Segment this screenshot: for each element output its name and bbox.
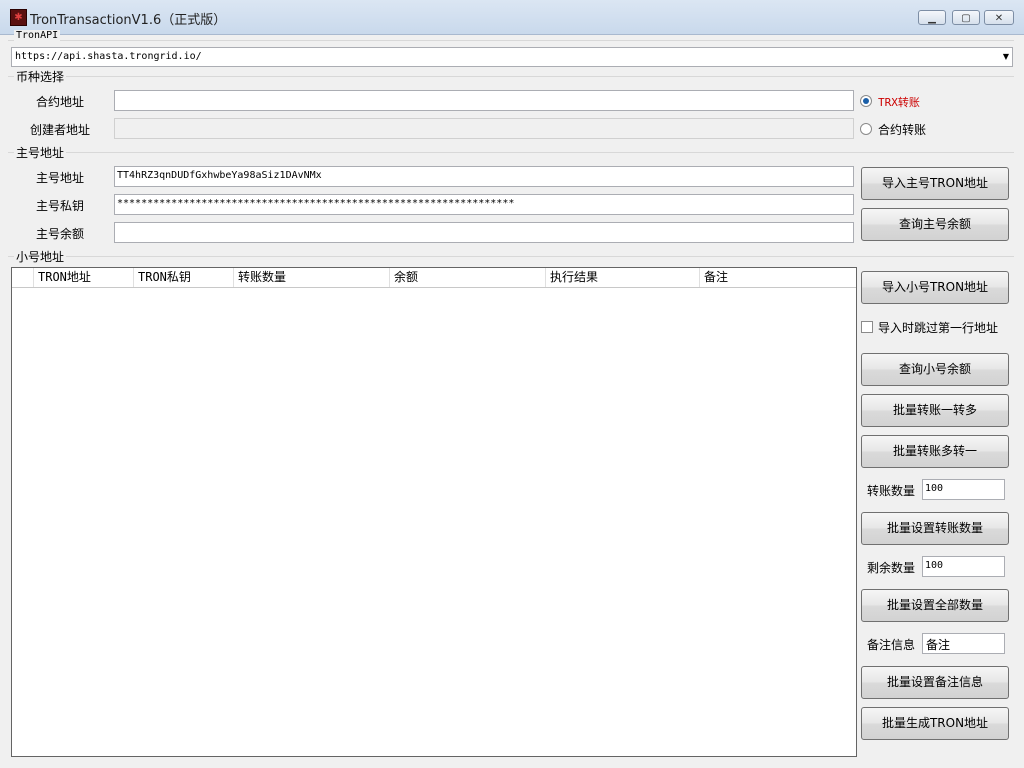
query-main-balance-button[interactable]: 查询主号余额: [861, 208, 1009, 241]
set-amount-button[interactable]: 批量设置转账数量: [861, 512, 1009, 545]
column-header-amount[interactable]: 转账数量: [234, 268, 390, 287]
note-value: 备注: [926, 638, 951, 652]
main-key-value: ****************************************…: [117, 198, 515, 209]
window-title: TronTransactionV1.6（正式版）: [30, 13, 227, 28]
skip-first-row-checkbox[interactable]: [861, 321, 873, 333]
row-selector-header[interactable]: [12, 268, 34, 287]
close-button[interactable]: ✕: [984, 10, 1014, 25]
trx-transfer-radio[interactable]: [860, 95, 872, 107]
query-sub-balance-button[interactable]: 查询小号余额: [861, 353, 1009, 386]
remain-value: 100: [925, 560, 944, 571]
tronapi-group-line: [8, 40, 1014, 41]
contract-address-label: 合约地址: [36, 95, 85, 109]
set-note-button[interactable]: 批量设置备注信息: [861, 666, 1009, 699]
close-icon: ✕: [994, 13, 1004, 24]
column-header-tron-address[interactable]: TRON地址: [34, 268, 134, 287]
app-icon: ✱: [10, 9, 27, 26]
contract-address-input[interactable]: [114, 90, 854, 111]
table-header: TRON地址 TRON私钥 转账数量 余额 执行结果 备注: [12, 268, 856, 288]
creator-address-input: [114, 118, 854, 139]
amount-input[interactable]: 100: [922, 479, 1005, 500]
sub-accounts-table[interactable]: TRON地址 TRON私钥 转账数量 余额 执行结果 备注: [11, 267, 857, 757]
column-header-tron-key[interactable]: TRON私钥: [134, 268, 234, 287]
main-balance-label: 主号余额: [36, 227, 85, 241]
contract-transfer-radio[interactable]: [860, 123, 872, 135]
main-group-label: 主号地址: [14, 144, 67, 161]
generate-tron-address-button[interactable]: 批量生成TRON地址: [861, 707, 1009, 740]
minimize-icon: ▁: [928, 13, 936, 24]
column-header-note[interactable]: 备注: [700, 268, 856, 287]
note-label: 备注信息: [867, 638, 916, 652]
sub-group-label: 小号地址: [14, 248, 67, 265]
skip-first-row-label[interactable]: 导入时跳过第一行地址: [878, 319, 998, 336]
import-sub-address-button[interactable]: 导入小号TRON地址: [861, 271, 1009, 304]
tronapi-url-value: https://api.shasta.trongrid.io/: [15, 51, 202, 62]
main-key-label: 主号私钥: [36, 199, 85, 213]
set-all-amount-button[interactable]: 批量设置全部数量: [861, 589, 1009, 622]
main-address-value: TT4hRZ3qnDUDfGxhwbeYa98aSiz1DAvNMx: [117, 170, 322, 181]
note-input[interactable]: 备注: [922, 633, 1005, 654]
sub-group-line: [8, 256, 1014, 257]
batch-many-to-one-button[interactable]: 批量转账多转一: [861, 435, 1009, 468]
remain-input[interactable]: 100: [922, 556, 1005, 577]
main-address-input[interactable]: TT4hRZ3qnDUDfGxhwbeYa98aSiz1DAvNMx: [114, 166, 854, 187]
amount-value: 100: [925, 483, 944, 494]
column-header-result[interactable]: 执行结果: [546, 268, 700, 287]
batch-one-to-many-button[interactable]: 批量转账一转多: [861, 394, 1009, 427]
contract-transfer-label[interactable]: 合约转账: [878, 121, 926, 138]
maximize-icon: ▢: [961, 13, 971, 24]
coin-group-label: 币种选择: [14, 68, 67, 85]
tronapi-group-label: TronAPI: [14, 30, 61, 41]
chevron-down-icon[interactable]: ▼: [1003, 52, 1009, 61]
minimize-button[interactable]: ▁: [918, 10, 946, 25]
tronapi-url-select[interactable]: https://api.shasta.trongrid.io/ ▼: [11, 47, 1013, 67]
coin-group-line: [8, 76, 1014, 77]
column-header-balance[interactable]: 余额: [390, 268, 546, 287]
creator-address-label: 创建者地址: [30, 123, 91, 137]
trx-transfer-label[interactable]: TRX转账: [878, 94, 920, 110]
main-balance-input[interactable]: [114, 222, 854, 243]
remain-label: 剩余数量: [867, 561, 916, 575]
maximize-button[interactable]: ▢: [952, 10, 980, 25]
amount-label: 转账数量: [867, 484, 916, 498]
import-main-address-button[interactable]: 导入主号TRON地址: [861, 167, 1009, 200]
main-group-line: [8, 152, 1014, 153]
main-key-input[interactable]: ****************************************…: [114, 194, 854, 215]
main-address-label: 主号地址: [36, 171, 85, 185]
